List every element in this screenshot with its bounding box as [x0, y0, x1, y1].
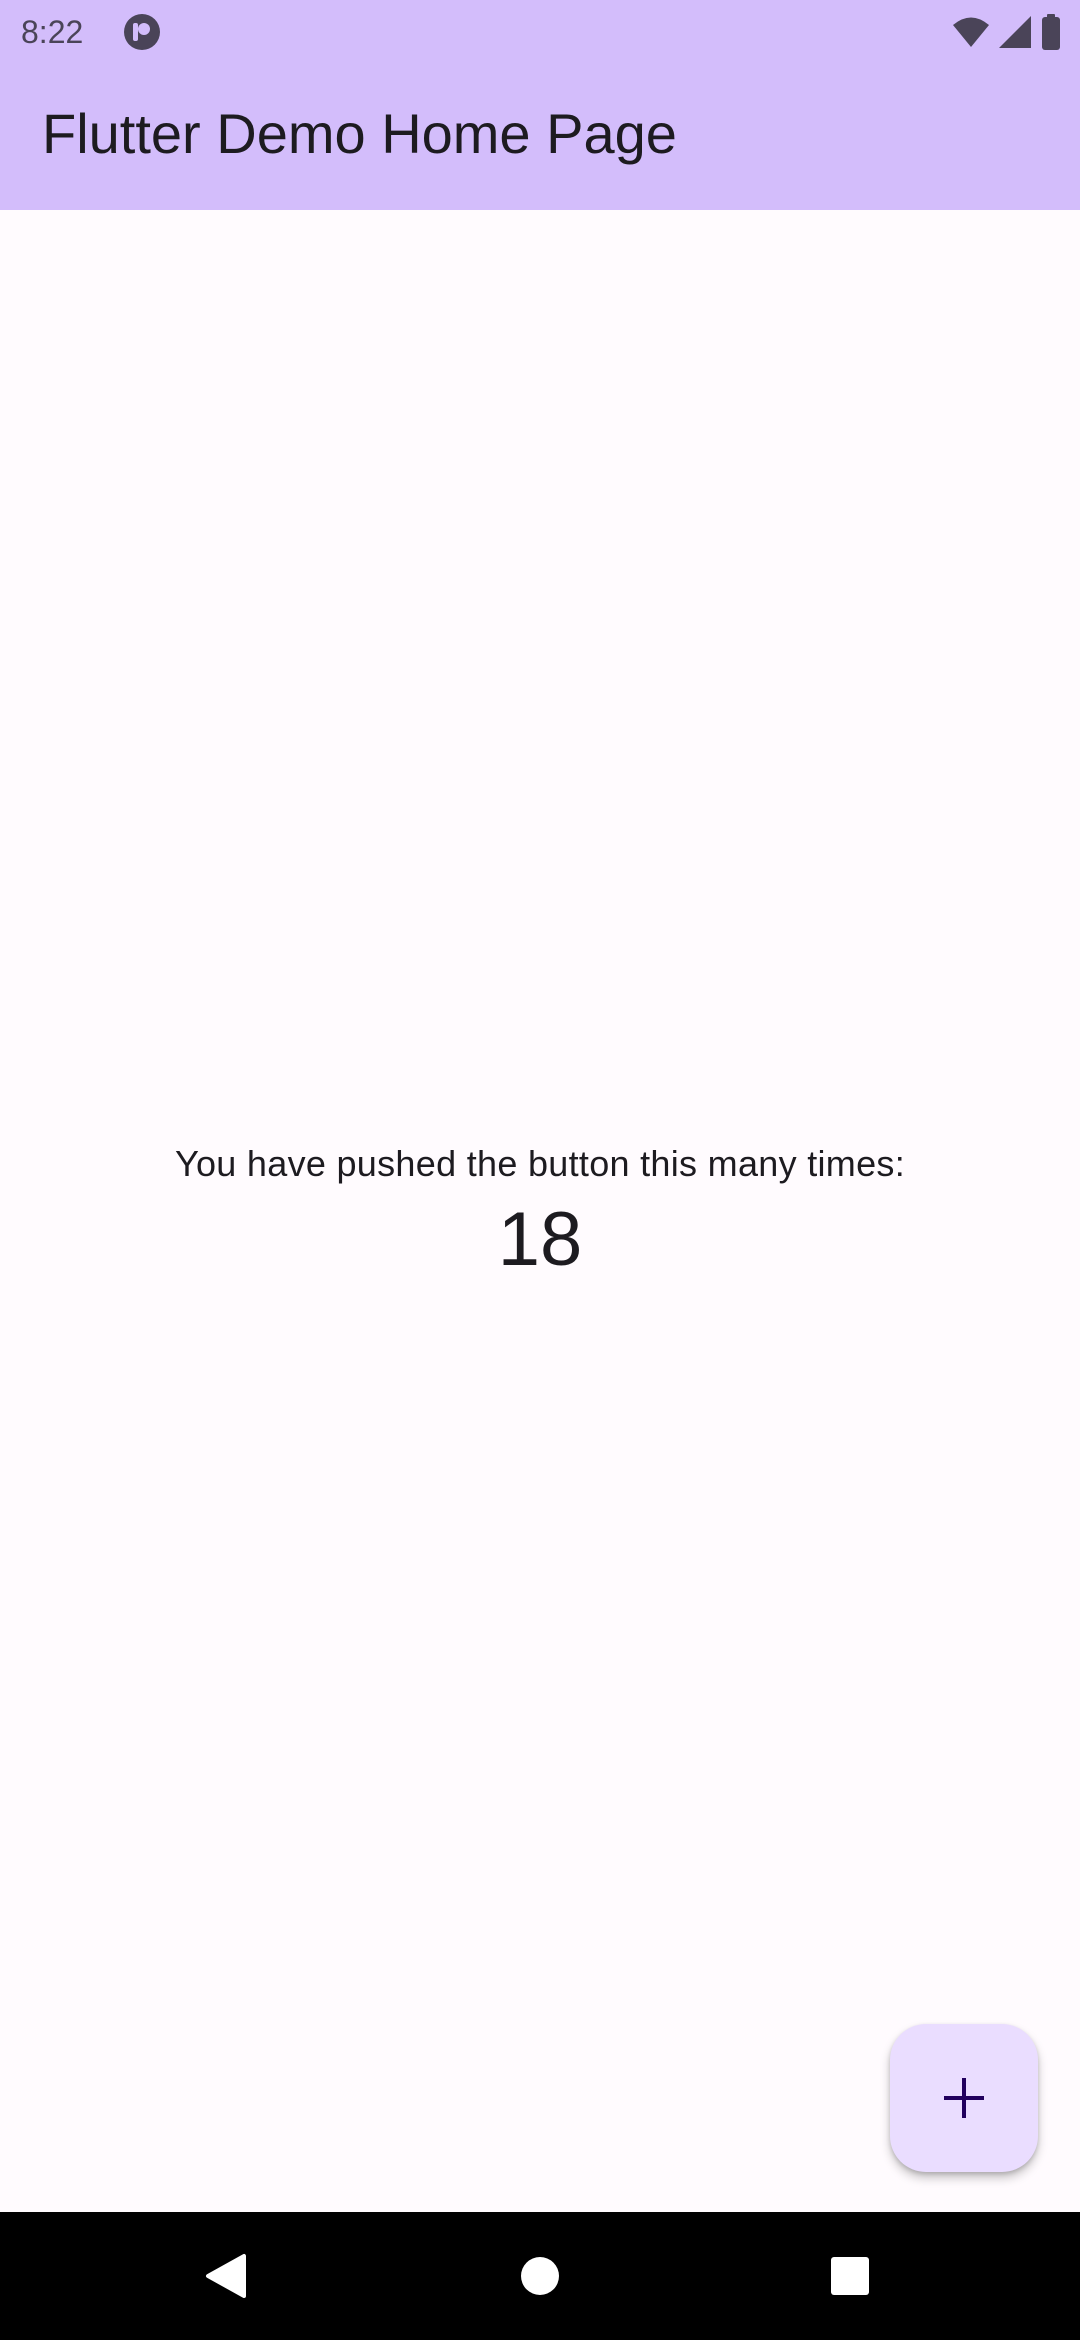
app-bar-title: Flutter Demo Home Page — [42, 102, 677, 165]
home-icon — [521, 2257, 559, 2295]
battery-icon — [1042, 14, 1060, 50]
cellular-signal-icon — [999, 16, 1031, 48]
increment-button[interactable] — [890, 2024, 1038, 2172]
app-notification-icon — [124, 14, 160, 50]
navigation-bar — [0, 2212, 1080, 2340]
recents-icon — [831, 2257, 869, 2295]
nav-recents-button[interactable] — [810, 2236, 890, 2316]
top-bar: 8:22 Flutter Demo Home Page — [0, 0, 1080, 210]
nav-back-button[interactable] — [186, 2236, 266, 2316]
wifi-icon — [953, 17, 989, 47]
back-icon — [206, 2254, 246, 2298]
nav-home-button[interactable] — [500, 2236, 580, 2316]
status-time: 8:22 — [21, 14, 84, 50]
counter-label: You have pushed the button this many tim… — [174, 1143, 906, 1184]
status-bar: 8:22 — [0, 0, 1080, 63]
counter-value: 18 — [497, 1197, 583, 1282]
status-icons — [952, 12, 1062, 52]
add-icon — [944, 2078, 984, 2118]
